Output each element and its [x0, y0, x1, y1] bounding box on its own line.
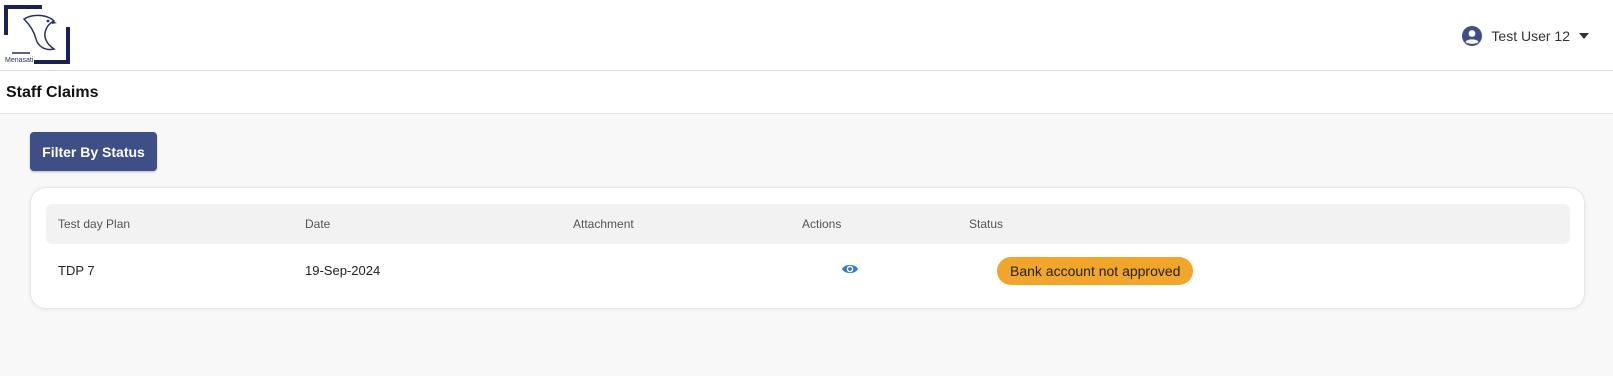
- column-header-status: Status: [969, 217, 1004, 231]
- user-name: Test User 12: [1491, 28, 1570, 44]
- table-header: Test day Plan Date Attachment Actions St…: [46, 204, 1570, 244]
- column-header-plan: Test day Plan: [58, 217, 131, 231]
- cell-date: 19-Sep-2024: [305, 263, 381, 278]
- eye-icon[interactable]: [841, 262, 859, 276]
- column-header-actions: Actions: [802, 217, 842, 231]
- cell-plan: TDP 7: [58, 263, 95, 278]
- column-header-date: Date: [305, 217, 331, 231]
- claims-table-card: Test day Plan Date Attachment Actions St…: [30, 187, 1585, 309]
- status-badge: Bank account not approved: [997, 257, 1194, 285]
- chevron-down-icon[interactable]: [1579, 33, 1589, 39]
- top-bar: Menasati Test User 12: [0, 0, 1613, 71]
- user-menu[interactable]: Test User 12: [1462, 24, 1589, 48]
- user-avatar-icon: [1462, 26, 1483, 46]
- column-header-attachment: Attachment: [573, 217, 634, 231]
- svg-text:Menasati: Menasati: [5, 57, 34, 64]
- brand-logo[interactable]: Menasati: [4, 5, 72, 65]
- page-header: Staff Claims: [0, 71, 1613, 114]
- page-title: Staff Claims: [6, 84, 99, 101]
- filter-by-status-button[interactable]: Filter By Status: [30, 132, 157, 171]
